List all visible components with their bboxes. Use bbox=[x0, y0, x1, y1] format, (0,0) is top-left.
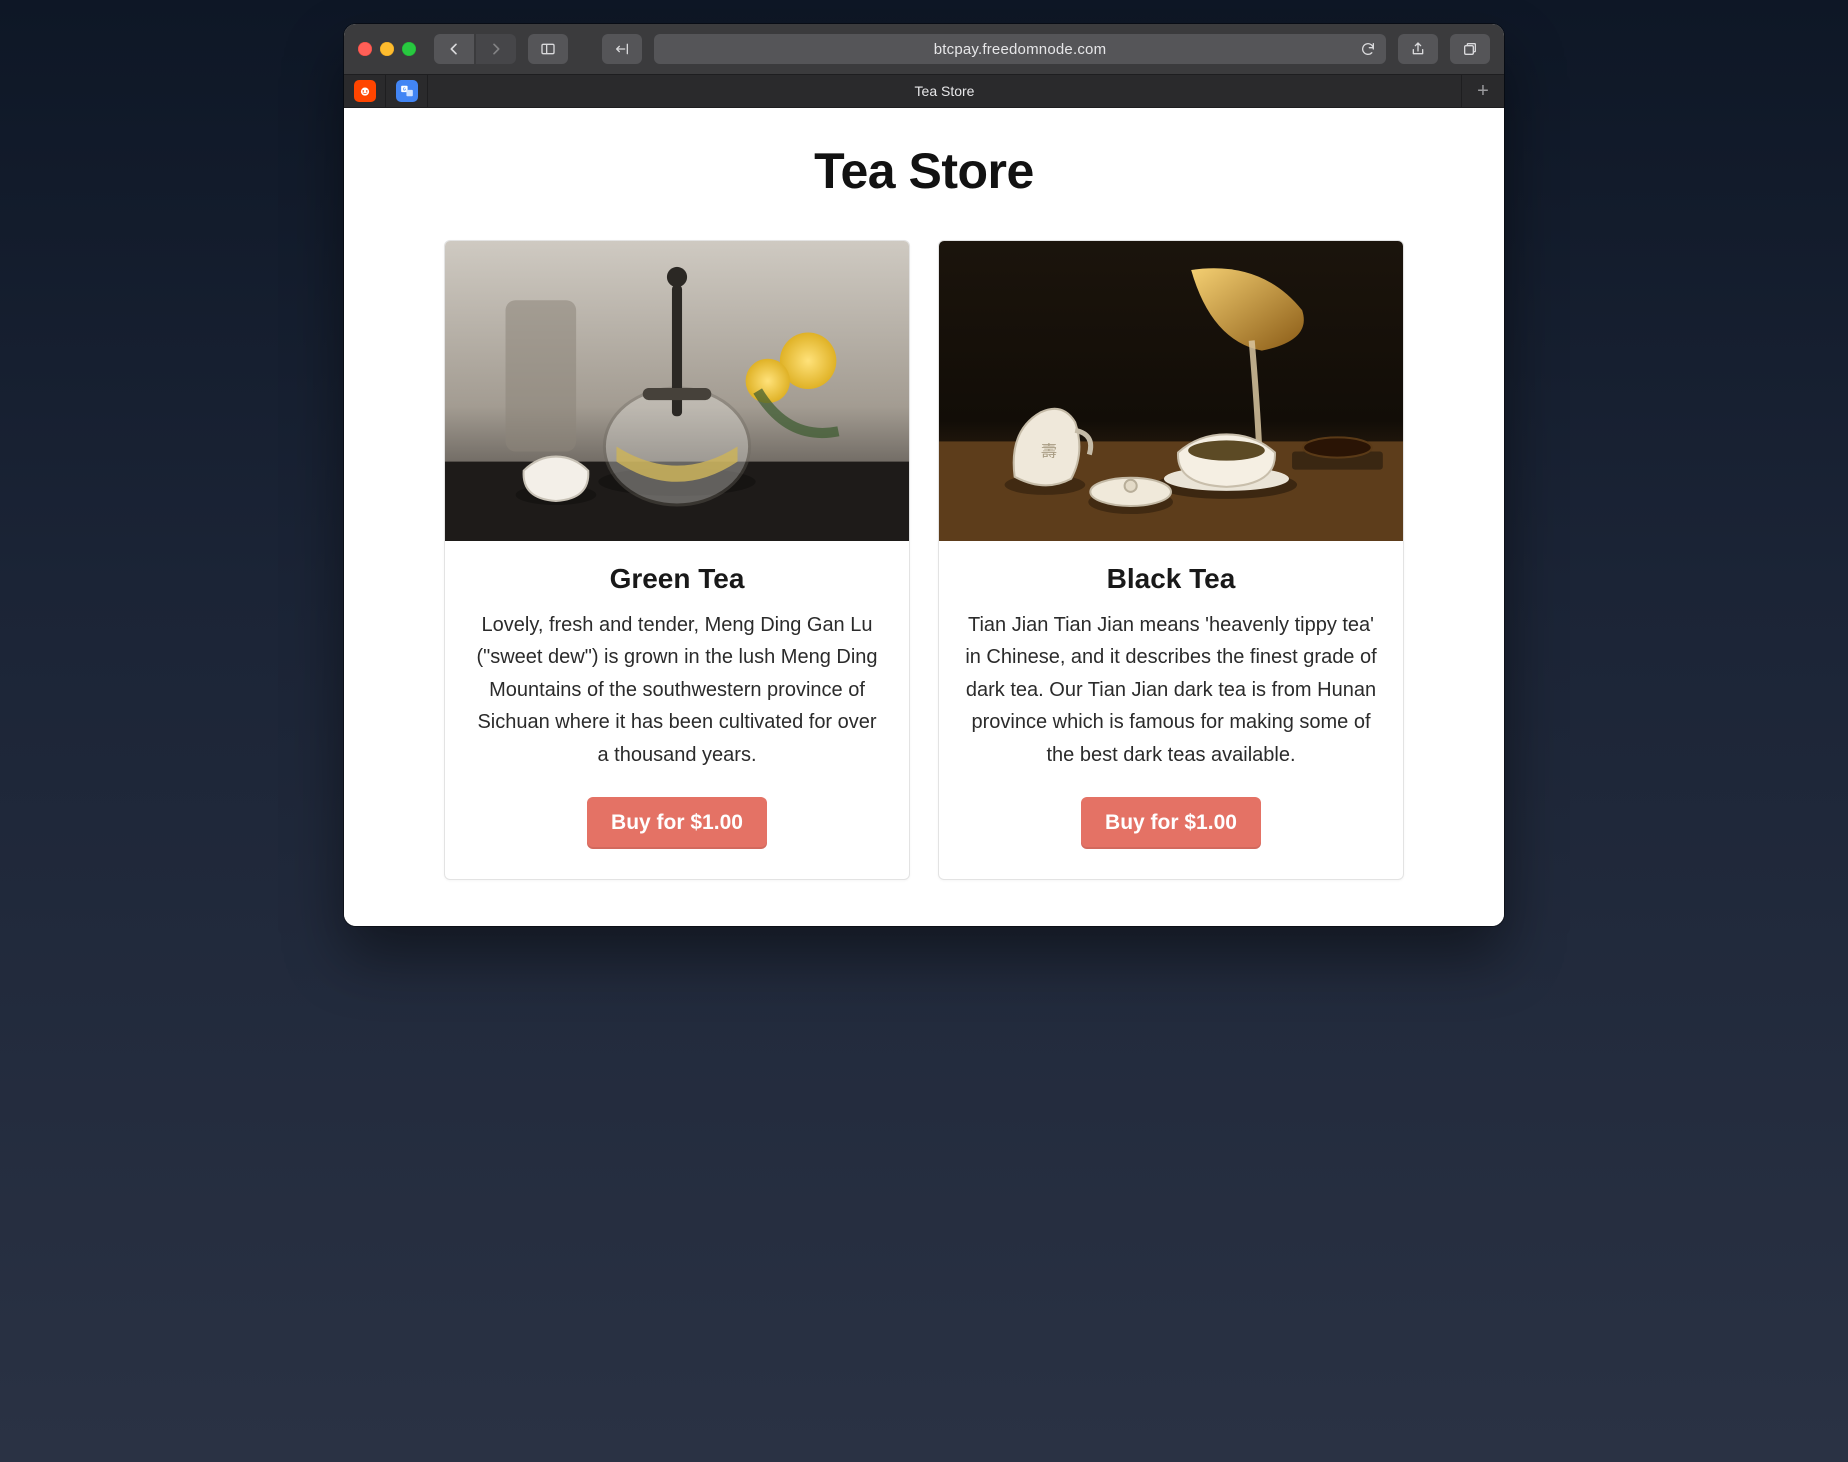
product-image-black-tea: 壽 bbox=[939, 241, 1403, 541]
chevron-right-icon bbox=[488, 41, 504, 57]
window-zoom-button[interactable] bbox=[402, 42, 416, 56]
product-card-green-tea: Green Tea Lovely, fresh and tender, Meng… bbox=[444, 240, 910, 880]
new-tab-button[interactable]: + bbox=[1462, 75, 1504, 107]
product-card-black-tea: 壽 Black Tea Tian Jian Tian Jian means 'h… bbox=[938, 240, 1404, 880]
tabs-icon bbox=[1462, 41, 1478, 57]
tab-title: Tea Store bbox=[915, 83, 975, 99]
tab-strip: G Tea Store + bbox=[344, 74, 1504, 108]
product-image-green-tea bbox=[445, 241, 909, 541]
back-button[interactable] bbox=[434, 34, 474, 64]
product-title: Green Tea bbox=[610, 563, 745, 595]
favorite-reddit[interactable] bbox=[344, 75, 386, 107]
product-description: Tian Jian Tian Jian means 'heavenly tipp… bbox=[965, 609, 1377, 771]
reload-icon bbox=[1360, 41, 1376, 57]
product-grid: Green Tea Lovely, fresh and tender, Meng… bbox=[444, 240, 1404, 880]
sidebar-toggle-button[interactable] bbox=[528, 34, 568, 64]
svg-text:G: G bbox=[402, 86, 405, 91]
product-description: Lovely, fresh and tender, Meng Ding Gan … bbox=[471, 609, 883, 771]
active-tab[interactable]: Tea Store bbox=[428, 75, 1462, 107]
reader-toggle-button[interactable] bbox=[602, 34, 642, 64]
product-body-green-tea: Green Tea Lovely, fresh and tender, Meng… bbox=[445, 541, 909, 879]
window-controls bbox=[358, 42, 416, 56]
svg-text:壽: 壽 bbox=[1041, 443, 1057, 461]
page-content: Tea Store bbox=[344, 108, 1504, 926]
product-title: Black Tea bbox=[1107, 563, 1236, 595]
product-body-black-tea: Black Tea Tian Jian Tian Jian means 'hea… bbox=[939, 541, 1403, 879]
buy-button-black-tea[interactable]: Buy for $1.00 bbox=[1081, 797, 1261, 849]
chevron-left-icon bbox=[446, 41, 462, 57]
translate-icon: G bbox=[396, 80, 418, 102]
buy-button-green-tea[interactable]: Buy for $1.00 bbox=[587, 797, 767, 849]
window-close-button[interactable] bbox=[358, 42, 372, 56]
browser-window: btcpay.freedomnode.com bbox=[344, 24, 1504, 926]
share-icon bbox=[1410, 41, 1426, 57]
forward-button[interactable] bbox=[476, 34, 516, 64]
reddit-icon bbox=[354, 80, 376, 102]
browser-toolbar: btcpay.freedomnode.com bbox=[344, 24, 1504, 74]
reader-icon bbox=[614, 41, 630, 57]
window-minimize-button[interactable] bbox=[380, 42, 394, 56]
page-title: Tea Store bbox=[444, 142, 1404, 200]
reload-button[interactable] bbox=[1360, 41, 1376, 57]
sidebar-icon bbox=[540, 41, 556, 57]
favorite-google-translate[interactable]: G bbox=[386, 75, 428, 107]
address-bar[interactable]: btcpay.freedomnode.com bbox=[654, 34, 1386, 64]
tabs-overview-button[interactable] bbox=[1450, 34, 1490, 64]
address-bar-url: btcpay.freedomnode.com bbox=[692, 41, 1348, 58]
nav-buttons bbox=[434, 34, 516, 64]
share-button[interactable] bbox=[1398, 34, 1438, 64]
